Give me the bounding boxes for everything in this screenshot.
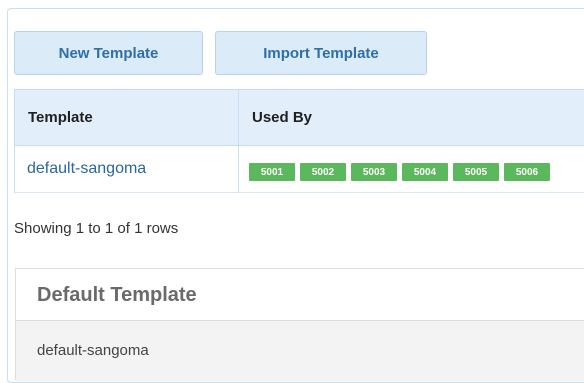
extension-tag[interactable]: 5001 [249, 163, 295, 181]
import-template-button[interactable]: Import Template [215, 31, 427, 75]
extension-tag[interactable]: 5003 [351, 163, 397, 181]
new-template-button[interactable]: New Template [14, 31, 203, 75]
extension-tag[interactable]: 5005 [453, 163, 499, 181]
used-by-tags: 5001 5002 5003 5004 5005 5006 [249, 163, 550, 181]
column-header-used-by[interactable]: Used By [252, 90, 312, 145]
default-template-value: default-sangoma [37, 341, 149, 359]
template-link[interactable]: default-sangoma [27, 146, 146, 192]
table-header: Template Used By [14, 89, 584, 146]
extension-tag[interactable]: 5006 [504, 163, 550, 181]
extension-tag[interactable]: 5004 [402, 163, 448, 181]
column-divider [238, 89, 239, 193]
pagination-info: Showing 1 to 1 of 1 rows [14, 220, 179, 237]
card-body: default-sangoma [16, 321, 584, 381]
default-template-card: Default Template default-sangoma [15, 268, 584, 381]
card-title: Default Template [37, 283, 197, 306]
extension-tag[interactable]: 5002 [300, 163, 346, 181]
column-header-template[interactable]: Template [28, 90, 93, 145]
card-header: Default Template [16, 269, 584, 321]
